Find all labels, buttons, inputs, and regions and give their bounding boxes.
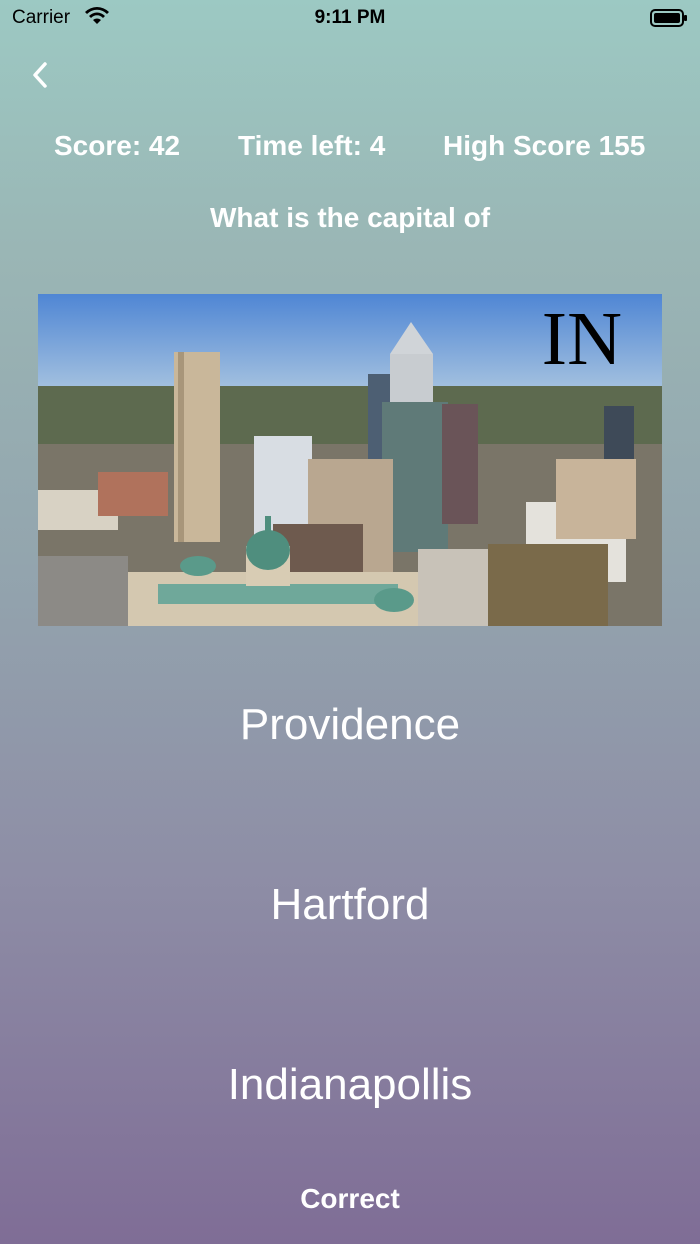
chevron-left-icon bbox=[33, 62, 47, 88]
answer-button-2[interactable]: Hartford bbox=[40, 830, 660, 980]
battery-icon bbox=[650, 9, 687, 27]
state-code-label: IN bbox=[541, 297, 622, 381]
state-skyline-image: IN bbox=[38, 294, 662, 626]
high-score-label: High Score 155 bbox=[443, 130, 646, 161]
back-button[interactable] bbox=[20, 55, 60, 95]
answer-button-3[interactable]: Indianapollis bbox=[40, 1010, 660, 1160]
answer-button-1[interactable]: Providence bbox=[40, 650, 660, 800]
status-time: 9:11 PM bbox=[314, 7, 386, 28]
time-left-label: Time left: 4 bbox=[238, 130, 386, 161]
question-prompt: What is the capital of bbox=[209, 202, 491, 233]
stats-row: Score: 42 Time left: 4 High Score 155 bbox=[0, 130, 700, 170]
result-label: Correct bbox=[300, 1183, 400, 1214]
score-label: Score: 42 bbox=[54, 130, 181, 161]
status-bar: Carrier 9:11 PM bbox=[0, 0, 700, 40]
